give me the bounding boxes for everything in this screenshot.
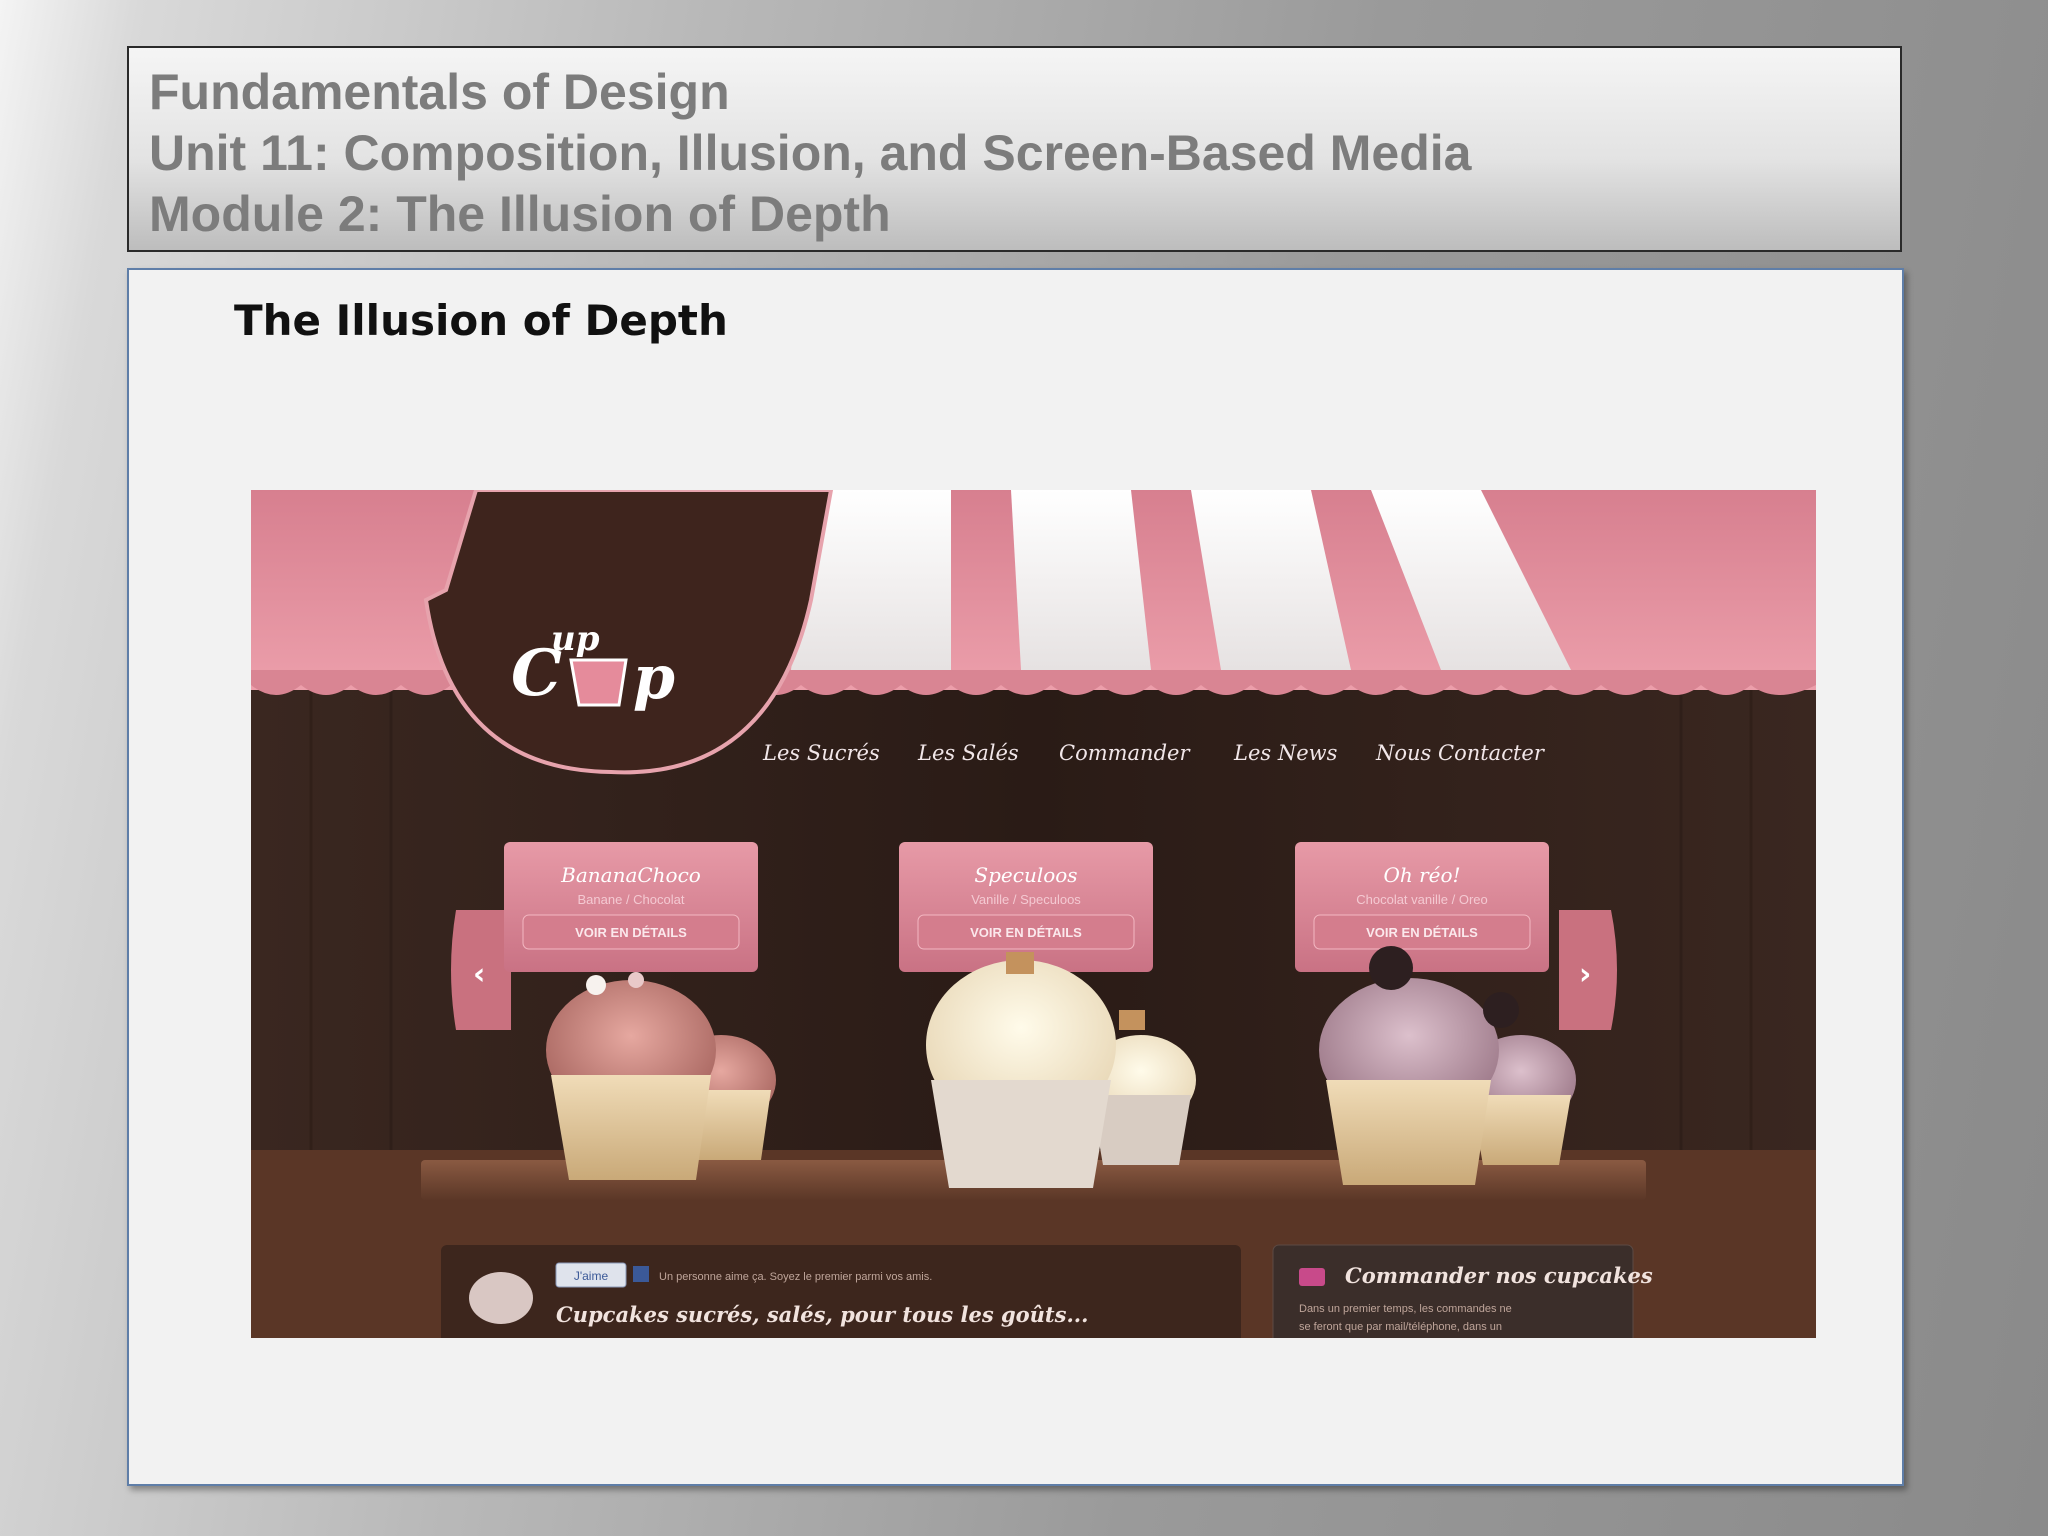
nav-item-news[interactable]: Les News [1233, 741, 1338, 765]
cupcake-icon [569, 658, 628, 707]
site-nav: Les Sucrés Les Salés Commander Les News … [762, 741, 1546, 765]
nav-item-sucres[interactable]: Les Sucrés [762, 741, 880, 765]
like-button-label: J'aime [574, 1269, 609, 1283]
cupcake-website-screenshot: C up p Les Sucrés Les Salés Commander Le… [251, 490, 1816, 1338]
cupcake-thumbnail [469, 1272, 533, 1324]
cupcake-icon [1299, 1268, 1325, 1286]
card-title: Oh réo! [1383, 863, 1460, 887]
card-title: BananaChoco [560, 863, 701, 887]
card-title: Speculoos [974, 863, 1077, 887]
details-button-label: VOIR EN DÉTAILS [575, 925, 687, 940]
slide-content: The Illusion of Depth C up p Les Sucrés … [127, 268, 1904, 1486]
course-title: Fundamentals of Design [149, 64, 730, 120]
order-text-line-1: Dans un premier temps, les commandes ne [1299, 1303, 1512, 1315]
slide-title: The Illusion of Depth [234, 296, 728, 345]
details-button-label: VOIR EN DÉTAILS [970, 925, 1082, 940]
like-text: Un personne aime ça. Soyez le premier pa… [659, 1271, 932, 1283]
chevron-right-icon: › [1579, 957, 1591, 992]
product-card: Oh réo! Chocolat vanille / Oreo VOIR EN … [1295, 842, 1549, 972]
module-header: Fundamentals of Design Unit 11: Composit… [127, 46, 1902, 252]
nav-item-commander[interactable]: Commander [1059, 741, 1191, 765]
facebook-icon [633, 1266, 649, 1282]
nav-item-sales[interactable]: Les Salés [917, 741, 1019, 765]
details-button-label: VOIR EN DÉTAILS [1366, 925, 1478, 940]
logo-text-up: up [551, 619, 600, 659]
unit-title: Unit 11: Composition, Illusion, and Scre… [149, 125, 1472, 181]
logo-text-p: p [633, 643, 675, 713]
chevron-left-icon: ‹ [473, 957, 485, 992]
card-subtitle: Vanille / Speculoos [971, 892, 1081, 907]
nav-item-contacter[interactable]: Nous Contacter [1375, 741, 1546, 765]
tagline: Cupcakes sucrés, salés, pour tous les go… [556, 1302, 1088, 1327]
product-card: BananaChoco Banane / Chocolat VOIR EN DÉ… [504, 842, 758, 972]
card-subtitle: Banane / Chocolat [578, 892, 685, 907]
card-subtitle: Chocolat vanille / Oreo [1356, 892, 1488, 907]
order-text-line-2: se feront que par mail/téléphone, dans u… [1299, 1321, 1502, 1333]
module-title: Module 2: The Illusion of Depth [149, 186, 891, 242]
order-title: Commander nos cupcakes [1345, 1263, 1653, 1288]
